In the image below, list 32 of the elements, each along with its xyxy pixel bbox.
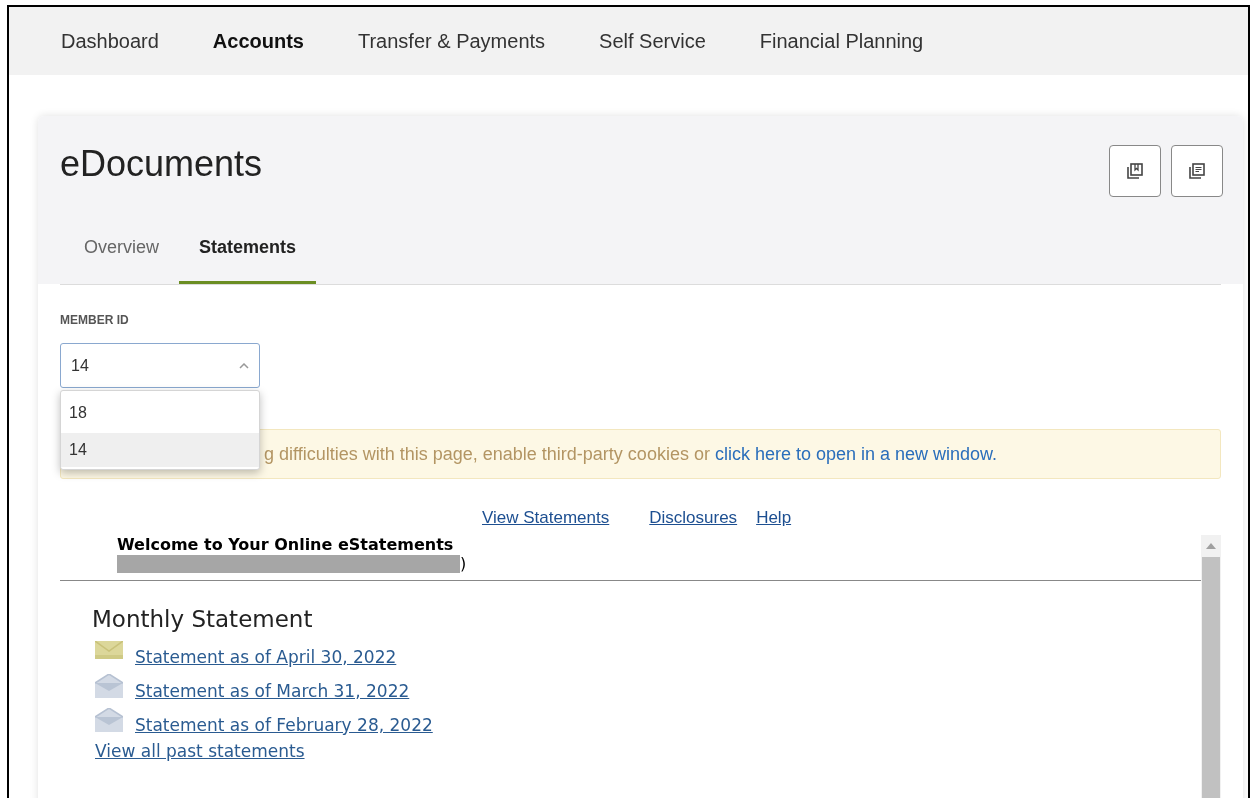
statement-nav-link[interactable]: Help [756,505,792,531]
statement-link[interactable]: Statement as of April 30, 2022 [135,645,397,668]
statement-link[interactable]: Statement as of March 31, 2022 [135,679,410,702]
stacked-document-icon [1188,162,1206,180]
nav-link[interactable]: Financial Planning [759,26,924,56]
new-window-link[interactable]: click here to open in a new window. [714,440,998,468]
nav-link[interactable]: Accounts [212,26,304,56]
statement-nav-link[interactable]: Disclosures [649,505,738,531]
tab[interactable]: Overview [64,234,179,284]
welcome-title: Welcome to Your Online eStatements [117,534,455,555]
section-title: Monthly Statement [92,604,314,633]
nav-link[interactable]: Dashboard [61,26,159,56]
tab[interactable]: Statements [179,234,317,284]
nav-link[interactable]: Self Service [599,26,706,56]
notice-text: g difficulties with this page, enable third-party cookies or [264,442,711,466]
member-id-select[interactable]: 14 [60,343,260,388]
statement-link[interactable]: Statement as of February 28, 2022 [135,713,433,736]
bookmark-button[interactable] [1109,145,1161,197]
caret-icon [239,362,249,369]
page-title: eDocuments [60,142,263,186]
view-all-link[interactable]: View all past statements [95,740,305,761]
dropdown-option[interactable]: 14 [61,433,259,467]
scroll-up-icon[interactable] [1206,542,1216,549]
field-label: MEMBER ID [60,312,130,329]
dropdown-option[interactable]: 18 [61,393,259,433]
account-text: ) [460,554,467,573]
statement-nav-link[interactable]: View Statements [482,505,610,531]
document-button[interactable] [1171,145,1223,197]
scroll-thumb[interactable] [1202,556,1220,798]
scrollbar[interactable] [1201,534,1221,798]
stacked-bookmark-icon [1126,162,1144,180]
nav-link[interactable]: Transfer & Payments [357,26,546,56]
